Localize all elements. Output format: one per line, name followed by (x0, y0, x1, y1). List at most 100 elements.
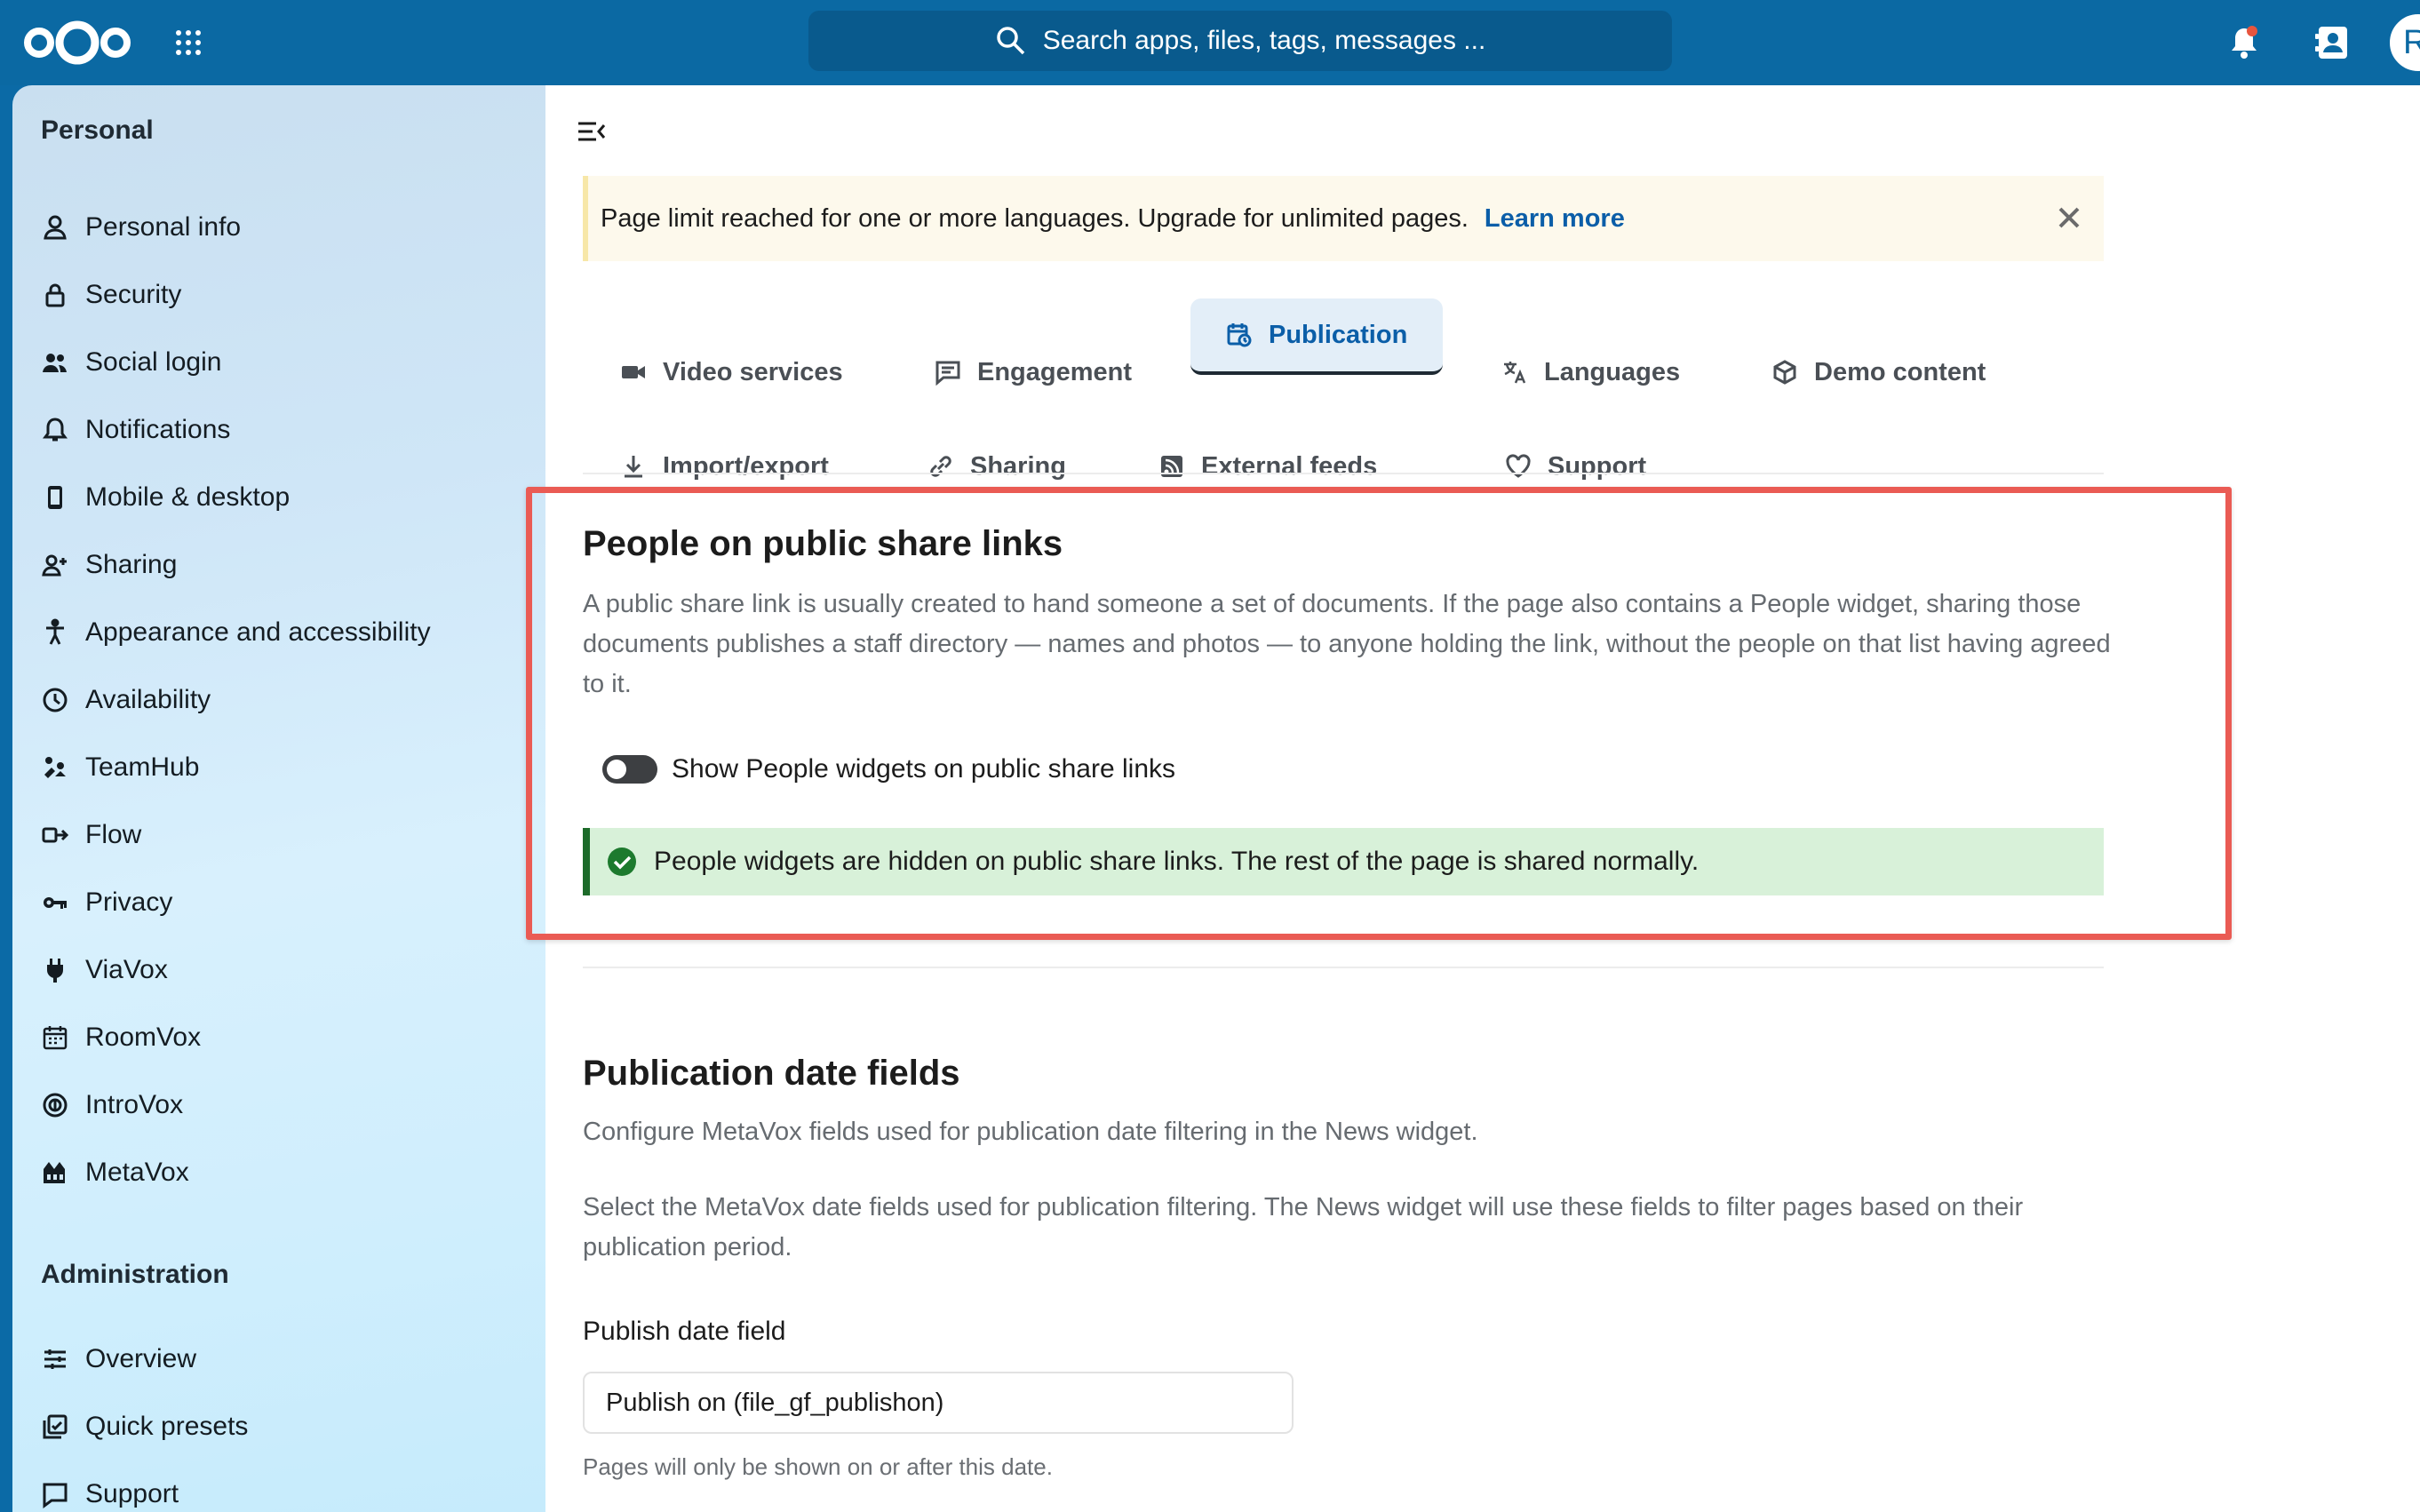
sidebar-item-label: ViaVox (85, 955, 168, 984)
select-value: Publish on (file_gf_publishon) (606, 1388, 944, 1417)
tab-languages[interactable]: Languages (1466, 334, 1715, 410)
user-icon (44, 215, 67, 240)
global-search-bar[interactable]: Search apps, files, tags, messages ... (808, 11, 1672, 71)
key-icon (44, 897, 67, 909)
tab-engagement[interactable]: Engagement (899, 334, 1167, 410)
status-text: People widgets are hidden on public shar… (654, 847, 1700, 876)
people-toggle-row[interactable]: Show People widgets on public share link… (602, 750, 1175, 789)
sidebar-item-label: TeamHub (85, 752, 200, 782)
banner-text: Page limit reached for one or more langu… (601, 203, 1469, 233)
sliders-icon (44, 1349, 66, 1369)
plug-icon (47, 959, 63, 983)
section-title-publication: Publication date fields (583, 1054, 960, 1093)
learn-more-link[interactable]: Learn more (1485, 204, 1625, 234)
sidebar-item-label: Privacy (85, 887, 173, 917)
sidebar-item-label: Availability (85, 685, 211, 714)
tab-video-services[interactable]: Video services (585, 334, 879, 410)
link-icon (930, 456, 951, 477)
tab-demo-content[interactable]: Demo content (1736, 334, 2021, 410)
publish-date-label: Publish date field (583, 1317, 786, 1346)
sidebar-item-sharing[interactable]: Sharing (41, 540, 521, 590)
sidebar-item-support[interactable]: Support (41, 1469, 521, 1512)
contacts-icon[interactable] (2313, 23, 2352, 62)
sidebar-item-introvox[interactable]: IntroVox (41, 1080, 521, 1130)
sidebar-item-label: MetaVox (85, 1158, 189, 1187)
tab-publication[interactable]: Publication (1190, 298, 1444, 375)
teamhub-icon (44, 757, 66, 778)
calendar-grid-icon (43, 1026, 68, 1050)
check-circle-icon (608, 848, 636, 876)
phone-icon (48, 486, 62, 509)
section-divider (583, 967, 2104, 968)
sidebar-item-label: Social login (85, 347, 222, 377)
people-widgets-toggle[interactable] (602, 755, 657, 784)
flow-icon (42, 827, 69, 843)
sidebar-item-security[interactable]: Security (41, 270, 521, 320)
bell-icon (43, 418, 68, 442)
sidebar-item-teamhub[interactable]: TeamHub (41, 743, 521, 792)
sidebar-item-label: Quick presets (85, 1412, 249, 1441)
sidebar-item-roomvox[interactable]: RoomVox (41, 1013, 521, 1062)
video-icon (622, 366, 645, 378)
share-user-icon (42, 554, 67, 577)
download-icon (625, 456, 642, 478)
sidebar-item-personal-info[interactable]: Personal info (41, 203, 521, 252)
accessibility-icon (46, 618, 64, 645)
heart-icon (1506, 454, 1531, 478)
tabs-divider (583, 473, 2104, 474)
sidebar-section-personal: Personal (41, 115, 154, 145)
search-placeholder: Search apps, files, tags, messages ... (1042, 26, 1486, 55)
publish-date-hint: Pages will only be shown on or after thi… (583, 1453, 1053, 1480)
calendar-clock-icon (1227, 323, 1252, 347)
sidebar-item-label: Support (85, 1479, 179, 1508)
sidebar-item-viavox[interactable]: ViaVox (41, 945, 521, 995)
sidebar-item-label: Notifications (85, 415, 231, 444)
apps-grid-icon[interactable] (174, 28, 203, 57)
top-header: Search apps, files, tags, messages ... R (0, 0, 2420, 85)
publication-description: Select the MetaVox date fields used for … (583, 1193, 2024, 1261)
sidebar-item-notifications[interactable]: Notifications (41, 405, 521, 455)
lock-icon (45, 283, 65, 307)
introvox-icon (43, 1093, 68, 1118)
user-avatar[interactable]: R (2390, 14, 2420, 71)
toggle-knob (607, 760, 626, 779)
status-message: People widgets are hidden on public shar… (583, 828, 2104, 895)
section-title-people: People on public share links (583, 524, 1063, 563)
page-limit-banner: Page limit reached for one or more langu… (583, 176, 2104, 261)
sidebar-item-label: Mobile & desktop (85, 482, 291, 512)
sidebar-item-label: Overview (85, 1344, 197, 1373)
comment-icon (935, 361, 960, 386)
metavox-icon (44, 1162, 65, 1183)
publish-date-select[interactable]: Publish on (file_gf_publishon) (583, 1372, 1294, 1434)
sidebar-item-mobile-desktop[interactable]: Mobile & desktop (41, 473, 521, 522)
translate-icon (1504, 362, 1526, 384)
main-content: Page limit reached for one or more langu… (526, 85, 2420, 1512)
nextcloud-logo-icon[interactable] (21, 18, 133, 68)
sidebar-item-availability[interactable]: Availability (41, 675, 521, 725)
support-icon (43, 1483, 68, 1508)
publication-intro: Configure MetaVox fields used for public… (583, 1118, 1478, 1146)
clock-icon (43, 688, 68, 712)
rss-icon (1161, 456, 1182, 477)
search-icon (996, 27, 1024, 55)
sidebar-item-label: Security (85, 280, 182, 309)
sidebar-item-overview[interactable]: Overview (41, 1334, 521, 1384)
sidebar-item-label: IntroVox (85, 1090, 184, 1119)
sidebar-item-flow[interactable]: Flow (41, 810, 521, 860)
sidebar-item-appearance[interactable]: Appearance and accessibility (41, 608, 521, 657)
people-description: A public share link is usually created t… (583, 590, 2111, 698)
collapse-sidebar-icon[interactable] (576, 115, 608, 147)
sidebar-item-privacy[interactable]: Privacy (41, 878, 521, 927)
sidebar-item-label: Flow (85, 820, 142, 849)
sidebar-item-metavox[interactable]: MetaVox (41, 1148, 521, 1198)
close-icon[interactable] (2056, 204, 2082, 231)
sidebar-item-label: Appearance and accessibility (85, 617, 431, 647)
sidebar-item-label: Sharing (85, 550, 178, 579)
users-icon (43, 354, 67, 372)
sidebar-item-label: RoomVox (85, 1023, 202, 1052)
toggle-label: Show People widgets on public share link… (672, 754, 1175, 784)
sidebar-item-quick-presets[interactable]: Quick presets (41, 1402, 521, 1452)
sidebar-section-administration: Administration (41, 1260, 229, 1289)
notifications-bell-icon[interactable] (2225, 23, 2264, 62)
sidebar-item-social-login[interactable]: Social login (41, 338, 521, 387)
